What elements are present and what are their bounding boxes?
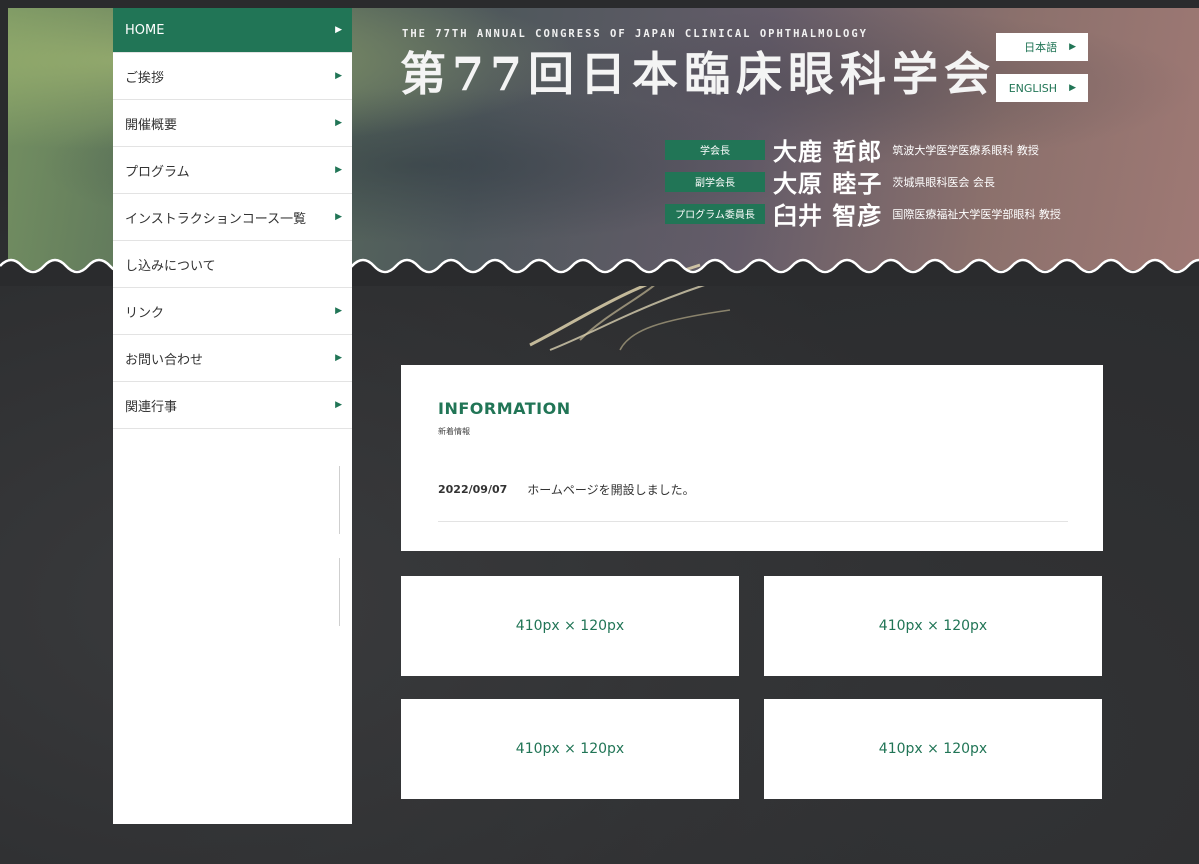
officer-role-badge: プログラム委員長 <box>665 203 765 224</box>
sidebar-item-instruction-courses[interactable]: インストラクションコース一覧 ▶ <box>113 194 352 241</box>
officer-role-badge: 副学会長 <box>665 171 765 192</box>
sidebar-item-label: し込みについて <box>125 258 216 274</box>
news-text: ホームページを開設しました。 <box>527 483 695 497</box>
sidebar-item-label: プログラム <box>125 164 190 180</box>
banner-label: 410px × 120px <box>878 741 988 757</box>
sidebar-item-label: ご挨拶 <box>125 70 165 86</box>
sidebar-item-label: お問い合わせ <box>125 352 204 368</box>
sidebar-item-greeting[interactable]: ご挨拶 ▶ <box>113 53 352 100</box>
caret-right-icon: ▶ <box>335 25 342 35</box>
sidebar-item-label: HOME <box>125 22 165 38</box>
sidebar-item-label: 開催概要 <box>125 117 178 133</box>
information-subtitle: 新着情報 <box>438 427 470 436</box>
sidebar-item-label: 関連行事 <box>125 399 178 415</box>
sidebar-item-contact[interactable]: お問い合わせ ▶ <box>113 335 352 382</box>
sidebar-item-related-events[interactable]: 関連行事 ▶ <box>113 382 352 429</box>
banner-label: 410px × 120px <box>515 618 625 634</box>
language-button-english[interactable]: ENGLISH ▶ <box>996 74 1088 102</box>
caret-right-icon: ▶ <box>335 400 342 410</box>
officer-affiliation: 筑波大学医学医療系眼科 教授 <box>892 143 1039 157</box>
banner-slot-3[interactable]: 410px × 120px <box>401 699 739 799</box>
officer-program-chair: プログラム委員長 臼井 智彦 国際医療福祉大学医学部眼科 教授 <box>665 196 1061 231</box>
news-date: 2022/09/07 <box>438 483 508 496</box>
congress-english-title: THE 77TH ANNUAL CONGRESS OF JAPAN CLINIC… <box>402 28 869 40</box>
information-title: INFORMATION <box>438 399 571 418</box>
banner-label: 410px × 120px <box>515 741 625 757</box>
banner-slot-1[interactable]: 410px × 120px <box>401 576 739 676</box>
sidebar-item-label: リンク <box>125 305 165 321</box>
language-button-label: ENGLISH <box>1008 81 1058 95</box>
sidebar-item-overview[interactable]: 開催概要 ▶ <box>113 100 352 147</box>
caret-right-icon: ▶ <box>335 306 342 316</box>
sidebar-item-links[interactable]: リンク ▶ <box>113 288 352 335</box>
sidebar-item-label: インストラクションコース一覧 <box>125 211 307 227</box>
caret-right-icon: ▶ <box>335 71 342 81</box>
sidebar-item-registration[interactable]: し込みについて <box>113 241 352 288</box>
caret-right-icon: ▶ <box>1069 83 1076 93</box>
caret-right-icon: ▶ <box>1069 42 1076 52</box>
caret-right-icon: ▶ <box>335 212 342 222</box>
language-button-japanese[interactable]: 日本語 ▶ <box>996 33 1088 61</box>
divider <box>339 558 340 626</box>
caret-right-icon: ▶ <box>335 353 342 363</box>
officer-name: 大鹿 哲郎 <box>773 137 883 166</box>
banner-label: 410px × 120px <box>878 618 988 634</box>
officer-president: 学会長 大鹿 哲郎 筑波大学医学医療系眼科 教授 <box>665 132 1039 167</box>
banner-slot-2[interactable]: 410px × 120px <box>764 576 1102 676</box>
officer-affiliation: 茨城県眼科医会 会長 <box>892 175 995 189</box>
banner-slot-4[interactable]: 410px × 120px <box>764 699 1102 799</box>
sidebar-item-home[interactable]: HOME ▶ <box>113 8 352 53</box>
officer-role-badge: 学会長 <box>665 139 765 160</box>
congress-japanese-title: 第77回日本臨床眼科学会 <box>400 47 997 101</box>
caret-right-icon: ▶ <box>335 165 342 175</box>
caret-right-icon: ▶ <box>335 118 342 128</box>
language-button-label: 日本語 <box>1024 41 1058 54</box>
information-panel: INFORMATION 新着情報 2022/09/07 ホームページを開設しまし… <box>401 365 1103 551</box>
sidebar-nav: HOME ▶ ご挨拶 ▶ 開催概要 ▶ プログラム ▶ インストラクションコース… <box>113 8 352 824</box>
news-item[interactable]: 2022/09/07 ホームページを開設しました。 <box>438 481 1068 522</box>
officer-name: 大原 睦子 <box>773 169 883 198</box>
officer-affiliation: 国際医療福祉大学医学部眼科 教授 <box>892 207 1061 221</box>
sidebar-item-program[interactable]: プログラム ▶ <box>113 147 352 194</box>
divider <box>339 466 340 534</box>
officer-name: 臼井 智彦 <box>773 201 883 230</box>
officer-vice-president: 副学会長 大原 睦子 茨城県眼科医会 会長 <box>665 164 995 199</box>
